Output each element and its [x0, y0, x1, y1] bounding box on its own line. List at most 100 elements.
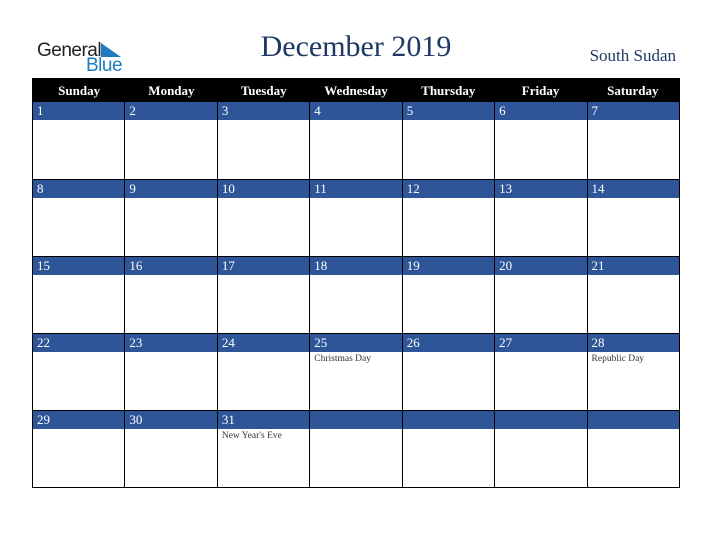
holiday-label: [125, 429, 216, 431]
day-number: 16: [125, 257, 217, 275]
weekday-label: Thursday: [421, 83, 476, 98]
holiday-label: Republic Day: [591, 354, 645, 364]
day-number: 18: [310, 257, 402, 275]
weekday-label: Tuesday: [240, 83, 287, 98]
day-cell[interactable]: 9: [124, 179, 217, 256]
holiday-label: [310, 275, 401, 277]
day-cell[interactable]: 14: [586, 179, 679, 256]
holiday-label: [125, 352, 216, 354]
weekday-header: Sunday Monday Tuesday Wednesday Thursday…: [33, 79, 679, 102]
day-cell[interactable]: 31 New Year's Eve: [216, 410, 310, 487]
day-cell[interactable]: 10: [216, 179, 310, 256]
day-number: 14: [587, 180, 679, 198]
day-number: 31: [217, 411, 310, 429]
week-row: 15 16 17 18 19 20 21: [33, 256, 679, 333]
holiday-label: [125, 198, 216, 200]
day-cell[interactable]: 4: [309, 102, 402, 179]
day-number: 13: [495, 180, 587, 198]
holiday-label: [33, 275, 124, 277]
day-cell[interactable]: 30: [124, 410, 217, 487]
day-cell[interactable]: 8: [33, 179, 125, 256]
day-cell[interactable]: 19: [401, 256, 495, 333]
day-number: 19: [402, 257, 495, 275]
day-cell[interactable]: 12: [401, 179, 495, 256]
day-number: [310, 411, 402, 429]
day-cell[interactable]: 28 Republic Day: [586, 333, 679, 410]
holiday-label: [588, 429, 679, 431]
holiday-label: [403, 120, 494, 122]
day-cell[interactable]: [309, 410, 402, 487]
holiday-label: [588, 198, 679, 200]
day-cell[interactable]: 26: [401, 333, 495, 410]
holiday-label: [33, 198, 124, 200]
day-cell[interactable]: 1: [33, 102, 125, 179]
holiday-label: [588, 120, 679, 122]
day-number: 12: [402, 180, 495, 198]
day-cell[interactable]: 15: [33, 256, 125, 333]
day-cell[interactable]: 23: [124, 333, 217, 410]
day-cell[interactable]: 20: [494, 256, 587, 333]
day-cell[interactable]: 21: [586, 256, 679, 333]
day-number: 22: [33, 334, 125, 352]
day-cell[interactable]: 27: [494, 333, 587, 410]
day-number: 11: [310, 180, 402, 198]
day-number: 25: [310, 334, 402, 352]
holiday-label: [495, 275, 586, 277]
holiday-label: [33, 120, 124, 122]
holiday-label: [310, 120, 401, 122]
day-number: 3: [217, 102, 310, 120]
day-cell[interactable]: 3: [216, 102, 310, 179]
holiday-label: [403, 275, 494, 277]
holiday-label: [125, 120, 216, 122]
day-number: 27: [495, 334, 587, 352]
day-cell[interactable]: 25 Christmas Day: [309, 333, 402, 410]
day-cell[interactable]: 13: [494, 179, 587, 256]
day-number: 5: [402, 102, 495, 120]
holiday-label: [33, 352, 124, 354]
day-number: 26: [402, 334, 495, 352]
day-cell[interactable]: 5: [401, 102, 495, 179]
day-cell[interactable]: 18: [309, 256, 402, 333]
holiday-label: [310, 429, 401, 431]
day-number: 9: [125, 180, 217, 198]
day-cell[interactable]: [494, 410, 587, 487]
day-number: 23: [125, 334, 217, 352]
day-cell[interactable]: [586, 410, 679, 487]
day-cell[interactable]: [401, 410, 495, 487]
day-number: 21: [587, 257, 679, 275]
holiday-label: New Year's Eve: [221, 431, 282, 441]
day-cell[interactable]: 24: [216, 333, 310, 410]
day-number: 17: [217, 257, 310, 275]
holiday-label: [403, 198, 494, 200]
day-cell[interactable]: 11: [309, 179, 402, 256]
holiday-label: [403, 352, 494, 354]
day-number: [495, 411, 587, 429]
day-cell[interactable]: 7: [586, 102, 679, 179]
day-cell[interactable]: 29: [33, 410, 125, 487]
calendar-grid: Sunday Monday Tuesday Wednesday Thursday…: [32, 78, 680, 488]
day-cell[interactable]: 2: [124, 102, 217, 179]
holiday-label: [310, 198, 401, 200]
day-cell[interactable]: 16: [124, 256, 217, 333]
week-row: 1234567: [33, 102, 679, 179]
day-number: 28: [587, 334, 679, 352]
week-row: 8 9 10 11 12 13 14: [33, 179, 679, 256]
holiday-label: [495, 352, 586, 354]
holiday-label: [495, 198, 586, 200]
weekday-label: Wednesday: [324, 83, 388, 98]
holiday-label: [403, 429, 494, 431]
day-number: 30: [125, 411, 217, 429]
day-number: [587, 411, 679, 429]
day-cell[interactable]: 17: [216, 256, 310, 333]
holiday-label: Christmas Day: [314, 354, 371, 364]
holiday-label: [495, 429, 586, 431]
day-number: 1: [33, 102, 125, 120]
day-number: 8: [33, 180, 125, 198]
day-cell[interactable]: 22: [33, 333, 125, 410]
day-cell[interactable]: 6: [494, 102, 587, 179]
holiday-label: [33, 429, 124, 431]
holiday-label: [495, 120, 586, 122]
week-row: 22 23 24 25 Christmas Day 26 27 28 Republic Day: [33, 333, 679, 410]
holiday-label: [218, 198, 309, 200]
day-number: 2: [125, 102, 217, 120]
